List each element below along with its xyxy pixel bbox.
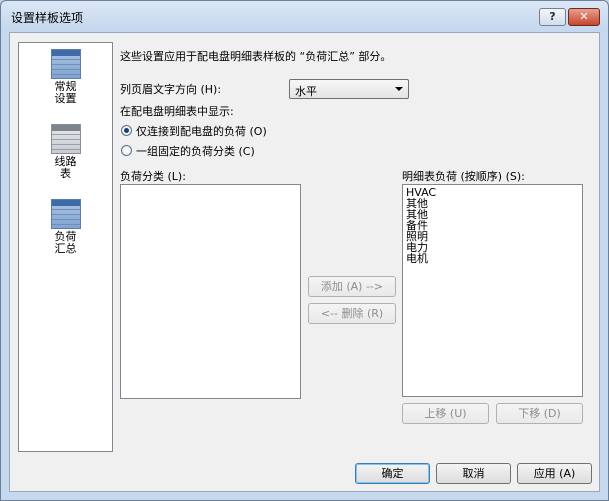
description-text: 这些设置应用于配电盘明细表样板的 “负荷汇总” 部分。 [120, 50, 392, 63]
gray-grid-icon [51, 124, 81, 154]
header-direction-label: 列页眉文字方向 (H): [120, 83, 222, 96]
apply-button[interactable]: 应用 (A) [517, 463, 592, 484]
radio-fixed[interactable] [121, 145, 132, 156]
load-class-list[interactable] [120, 184, 301, 399]
help-button[interactable]: ? [539, 8, 566, 26]
show-in-schedule-label: 在配电盘明细表中显示: [120, 105, 234, 118]
nav-item-load-label: 负荷 汇总 [54, 230, 77, 255]
list-item[interactable]: 其他 [403, 198, 582, 209]
list-item[interactable]: 备件 [403, 220, 582, 231]
chevron-down-icon [395, 87, 403, 91]
dialog-body: 常规 设置 线路 表 负荷 汇总 这些设置应用于配电盘明细表样板的 “负荷汇总”… [9, 32, 600, 492]
list-item[interactable]: 其他 [403, 209, 582, 220]
header-direction-value: 水平 [295, 85, 317, 98]
schedule-loads-label: 明细表负荷 (按顺序) (S): [402, 170, 525, 183]
cancel-button[interactable]: 取消 [436, 463, 511, 484]
header-direction-select[interactable]: 水平 [289, 79, 409, 99]
list-item[interactable]: 电力 [403, 242, 582, 253]
nav-panel: 常规 设置 线路 表 负荷 汇总 [18, 42, 113, 452]
nav-item-circuit-label: 线路 表 [54, 155, 77, 180]
settings-dialog: 设置样板选项 ? ✕ 常规 设置 线路 表 负荷 汇总 这些设置应用于配电盘明细… [0, 0, 609, 501]
blue-grid-icon [51, 199, 81, 229]
load-class-label: 负荷分类 (L): [120, 170, 186, 183]
radio-connected-label[interactable]: 仅连接到配电盘的负荷 (O) [136, 123, 267, 139]
ok-button[interactable]: 确定 [355, 463, 430, 484]
list-item[interactable]: 电机 [403, 253, 582, 264]
list-item[interactable]: 照明 [403, 231, 582, 242]
list-item[interactable]: HVAC [403, 187, 582, 198]
radio-fixed-label[interactable]: 一组固定的负荷分类 (C) [136, 143, 255, 159]
nav-item-general-label: 常规 设置 [54, 80, 77, 105]
move-down-button[interactable]: 下移 (D) [496, 403, 583, 424]
move-up-button[interactable]: 上移 (U) [402, 403, 489, 424]
blue-grid-icon [51, 49, 81, 79]
remove-button[interactable]: <-- 删除 (R) [308, 303, 396, 324]
radio-connected[interactable] [121, 125, 132, 136]
add-button[interactable]: 添加 (A) --> [308, 276, 396, 297]
dialog-title: 设置样板选项 [11, 11, 84, 25]
close-button[interactable]: ✕ [568, 8, 600, 26]
title-bar[interactable]: 设置样板选项 ? ✕ [1, 1, 608, 29]
schedule-loads-list[interactable]: HVAC 其他 其他 备件 照明 电力 电机 [402, 184, 583, 397]
